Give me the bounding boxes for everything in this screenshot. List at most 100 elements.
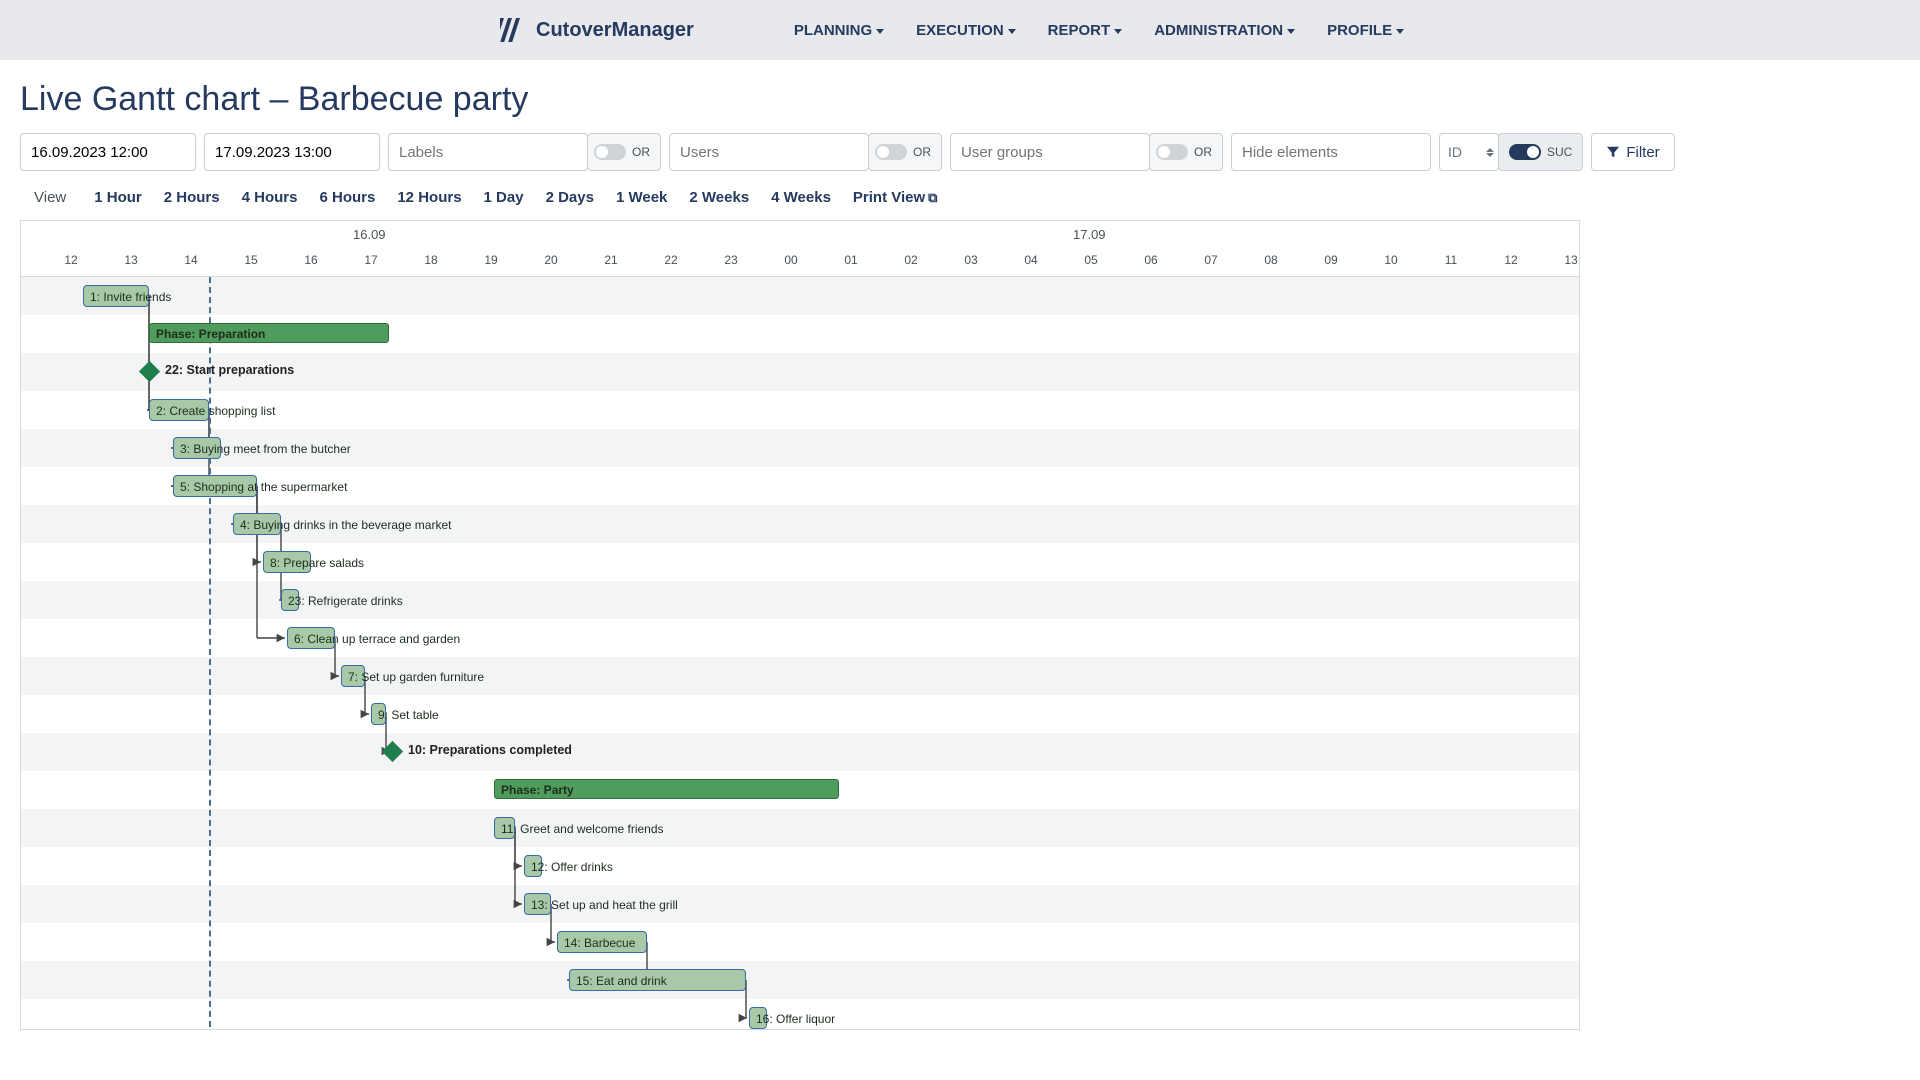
task-bar[interactable]: 3: Buying meet from the butcher xyxy=(173,437,221,459)
users-input[interactable] xyxy=(669,133,869,171)
nav-item-profile[interactable]: PROFILE xyxy=(1327,22,1404,39)
hour-tick: 02 xyxy=(904,253,917,267)
hide-elements-input[interactable] xyxy=(1231,133,1431,171)
task-bar[interactable]: 12: Offer drinks xyxy=(524,855,542,877)
nav-item-report[interactable]: REPORT xyxy=(1048,22,1123,39)
view-option-print-view[interactable]: Print View⧉ xyxy=(853,189,938,206)
brand: CutoverManager xyxy=(500,18,694,42)
hour-tick: 12 xyxy=(64,253,77,267)
gantt-row xyxy=(21,847,1579,885)
suc-label: SUC xyxy=(1547,145,1572,159)
view-option-2-hours[interactable]: 2 Hours xyxy=(164,189,220,206)
hour-tick: 05 xyxy=(1084,253,1097,267)
date-from-input[interactable] xyxy=(20,133,196,171)
labels-or-toggle-wrap: OR xyxy=(587,133,661,171)
task-bar[interactable]: 1: Invite friends xyxy=(83,285,149,307)
hour-tick: 19 xyxy=(484,253,497,267)
nav-item-execution[interactable]: EXECUTION xyxy=(916,22,1016,39)
users-or-label: OR xyxy=(913,145,931,159)
groups-input[interactable] xyxy=(950,133,1150,171)
view-option-1-day[interactable]: 1 Day xyxy=(484,189,524,206)
hour-tick: 09 xyxy=(1324,253,1337,267)
gantt-row xyxy=(21,961,1579,999)
gantt-row xyxy=(21,809,1579,847)
task-bar[interactable]: 9: Set table xyxy=(371,703,386,725)
task-bar[interactable]: 23: Refrigerate drinks xyxy=(281,589,299,611)
id-placeholder: ID xyxy=(1448,144,1462,160)
labels-or-toggle[interactable] xyxy=(594,144,626,160)
suc-toggle-wrap: SUC xyxy=(1498,133,1583,171)
task-bar[interactable]: 6: Clean up terrace and garden xyxy=(287,627,335,649)
milestone-label: 22: Start preparations xyxy=(165,363,294,377)
task-bar[interactable]: 16: Offer liquor xyxy=(749,1007,767,1029)
chevron-down-icon xyxy=(876,29,884,34)
day-label: 16.09 xyxy=(353,227,386,242)
task-bar[interactable]: 13: Set up and heat the grill xyxy=(524,893,551,915)
groups-or-label: OR xyxy=(1194,145,1212,159)
nav-item-administration[interactable]: ADMINISTRATION xyxy=(1154,22,1295,39)
hour-tick: 20 xyxy=(544,253,557,267)
view-option-2-days[interactable]: 2 Days xyxy=(546,189,594,206)
hour-tick: 00 xyxy=(784,253,797,267)
day-label: 17.09 xyxy=(1073,227,1106,242)
view-option-12-hours[interactable]: 12 Hours xyxy=(397,189,461,206)
view-toolbar: View 1 Hour2 Hours4 Hours6 Hours12 Hours… xyxy=(0,183,1920,220)
gantt-row xyxy=(21,581,1579,619)
hour-tick: 01 xyxy=(844,253,857,267)
chevron-down-icon xyxy=(1396,29,1404,34)
nav-item-planning[interactable]: PLANNING xyxy=(794,22,884,39)
hour-tick: 07 xyxy=(1204,253,1217,267)
milestone-label: 10: Preparations completed xyxy=(408,743,572,757)
hour-tick: 12 xyxy=(1504,253,1517,267)
phase-bar[interactable]: Phase: Party xyxy=(494,779,839,799)
hour-tick: 18 xyxy=(424,253,437,267)
gantt-header: 16.0917.09 12131415161718192021222300010… xyxy=(21,221,1579,277)
hour-tick: 10 xyxy=(1384,253,1397,267)
task-bar[interactable]: 11: Greet and welcome friends xyxy=(494,817,515,839)
gantt-row xyxy=(21,885,1579,923)
task-bar[interactable]: 4: Buying drinks in the beverage market xyxy=(233,513,281,535)
view-option-6-hours[interactable]: 6 Hours xyxy=(319,189,375,206)
task-bar[interactable]: 5: Shopping at the supermarket xyxy=(173,475,257,497)
gantt-body[interactable]: 1: Invite friendsPhase: Preparation 22: S… xyxy=(21,277,1579,1030)
view-option-2-weeks[interactable]: 2 Weeks xyxy=(689,189,749,206)
gantt-row xyxy=(21,695,1579,733)
view-option-1-hour[interactable]: 1 Hour xyxy=(94,189,142,206)
nav-menu: PLANNING EXECUTION REPORT ADMINISTRATION PRO… xyxy=(794,22,1404,39)
task-bar[interactable]: 15: Eat and drink xyxy=(569,969,746,991)
id-input[interactable]: ID xyxy=(1439,133,1499,171)
groups-or-toggle-wrap: OR xyxy=(1149,133,1223,171)
task-bar[interactable]: 7: Set up garden furniture xyxy=(341,665,365,687)
gantt-hour-axis: 1213141516171819202122230001020304050607… xyxy=(21,253,1579,277)
hour-tick: 04 xyxy=(1024,253,1037,267)
hour-tick: 13 xyxy=(124,253,137,267)
gantt-row xyxy=(21,619,1579,657)
gantt-chart[interactable]: 16.0917.09 12131415161718192021222300010… xyxy=(20,220,1580,1030)
view-option-4-weeks[interactable]: 4 Weeks xyxy=(771,189,831,206)
hour-tick: 13 xyxy=(1564,253,1577,267)
phase-bar[interactable]: Phase: Preparation xyxy=(149,323,389,343)
filter-button[interactable]: Filter xyxy=(1591,133,1674,171)
hour-tick: 06 xyxy=(1144,253,1157,267)
brand-logo-icon xyxy=(500,18,528,42)
top-navbar: CutoverManager PLANNING EXECUTION REPORT AD… xyxy=(0,0,1920,60)
hour-tick: 03 xyxy=(964,253,977,267)
view-option-4-hours[interactable]: 4 Hours xyxy=(242,189,298,206)
labels-input[interactable] xyxy=(388,133,588,171)
gantt-row xyxy=(21,543,1579,581)
task-bar[interactable]: 8: Prepare salads xyxy=(263,551,311,573)
hour-tick: 22 xyxy=(664,253,677,267)
view-option-1-week[interactable]: 1 Week xyxy=(616,189,667,206)
users-or-toggle[interactable] xyxy=(875,144,907,160)
brand-name: CutoverManager xyxy=(536,19,694,42)
gantt-row xyxy=(21,733,1579,771)
groups-or-toggle[interactable] xyxy=(1156,144,1188,160)
task-bar[interactable]: 2: Create shopping list xyxy=(149,399,209,421)
gantt-row xyxy=(21,277,1579,315)
hour-tick: 14 xyxy=(184,253,197,267)
users-or-toggle-wrap: OR xyxy=(868,133,942,171)
task-bar[interactable]: 14: Barbecue xyxy=(557,931,647,953)
suc-toggle[interactable] xyxy=(1509,144,1541,160)
date-to-input[interactable] xyxy=(204,133,380,171)
filter-icon xyxy=(1606,145,1620,159)
